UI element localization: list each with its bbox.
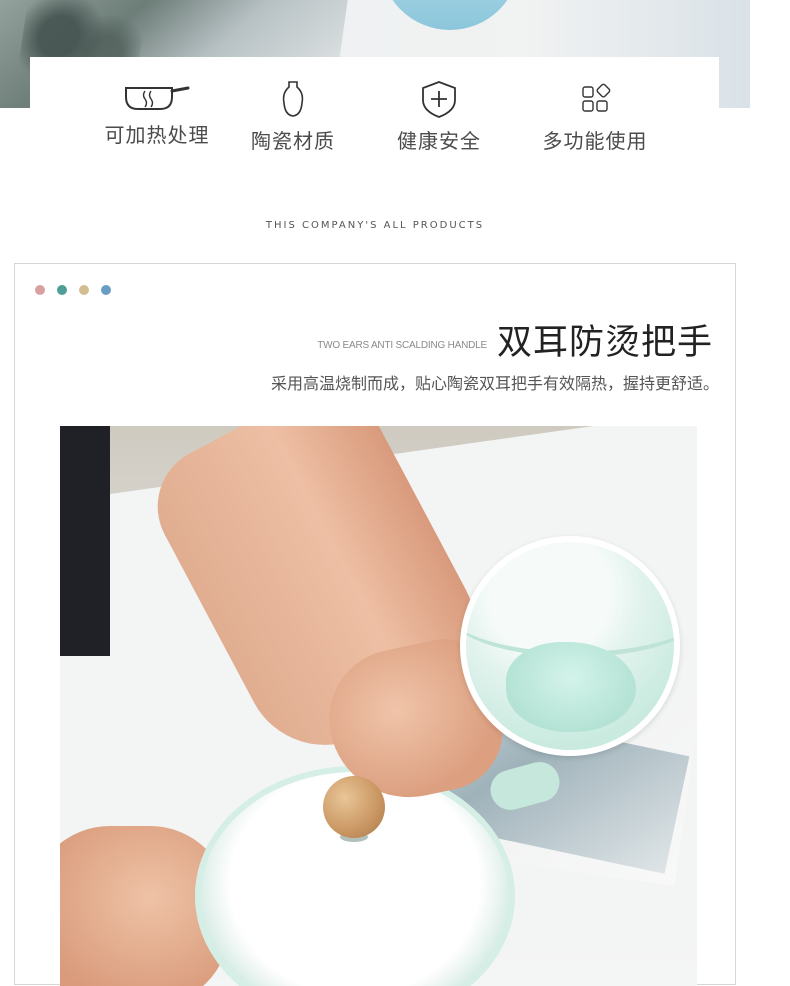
shield-cross-icon [422, 81, 456, 118]
feature-label: 陶瓷材质 [251, 129, 335, 153]
product-title-en: TWO EARS ANTI SCALDING HANDLE [317, 340, 487, 351]
product-description: 采用高温烧制而成，贴心陶瓷双耳把手有效隔热，握持更舒适。 [270, 374, 719, 393]
feature-safety: 健康安全 [374, 79, 504, 154]
color-dot-sand [79, 285, 89, 295]
pot-steam-icon [125, 86, 190, 110]
feature-label: 可加热处理 [104, 123, 210, 147]
wooden-knob [323, 776, 385, 838]
feature-multifunction: 多功能使用 [530, 79, 660, 154]
feature-heatable: 可加热处理 [92, 79, 222, 148]
color-dots [35, 285, 123, 304]
bowl-photo [380, 0, 520, 30]
section-tagline: THIS COMPANY'S ALL PRODUCTS [265, 220, 485, 231]
product-frame: TWO EARS ANTI SCALDING HANDLE 双耳防烫把手 采用高… [14, 263, 736, 986]
ear-handle-closeup [506, 642, 636, 732]
feature-label: 健康安全 [397, 129, 481, 153]
product-photo [60, 426, 697, 986]
vase-icon [282, 81, 304, 117]
grid-diamond-icon [582, 83, 611, 112]
color-dot-pink [35, 285, 45, 295]
feature-label: 多功能使用 [542, 129, 648, 153]
dark-background [60, 426, 110, 656]
color-dot-blue [101, 285, 111, 295]
feature-ceramic: 陶瓷材质 [228, 79, 358, 154]
color-dot-teal [57, 285, 67, 295]
feature-strip: 可加热处理 陶瓷材质 健康安全 多功能使用 [30, 57, 719, 167]
handle-closeup [460, 536, 680, 756]
product-title: 双耳防烫把手 [496, 323, 713, 363]
